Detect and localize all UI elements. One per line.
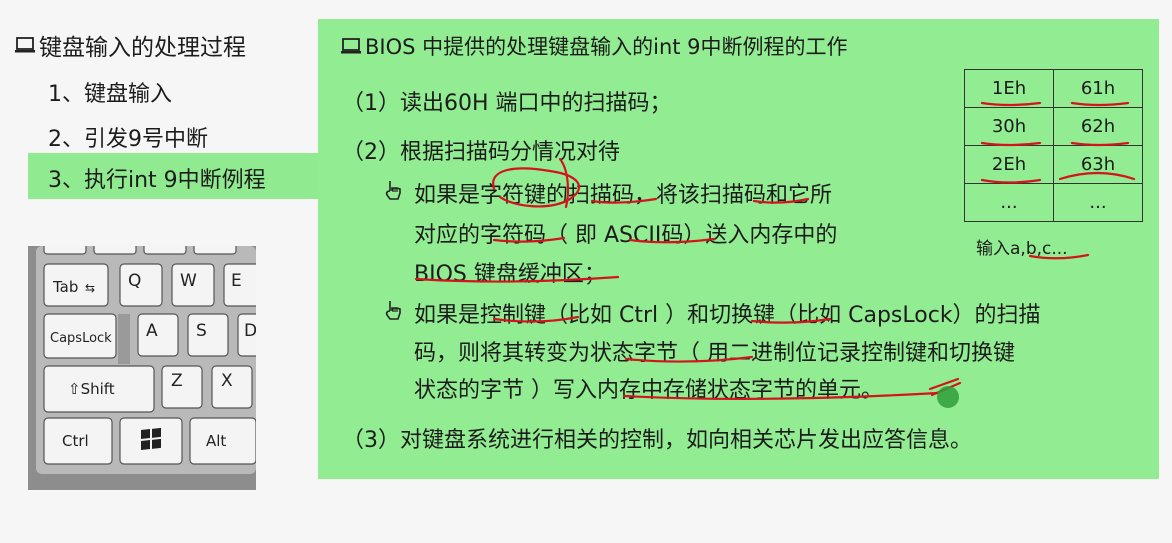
- bullet-1-line-1: 如果是字符键的扫描码，将该扫描码和它所: [414, 183, 833, 208]
- keyboard-image: Tab ⇆ Q W E CapsLock A S D ⇧Shift Z X Ct…: [28, 246, 256, 490]
- bullet-2-line-1: 如果是控制键（比如 Ctrl ）和切换键（比如 CapsLock）的扫描: [414, 303, 1041, 328]
- step-1-text: （1）读出60H 端口中的扫描码；: [342, 91, 672, 116]
- key-x: X: [221, 371, 233, 391]
- svg-text:⇆: ⇆: [85, 281, 95, 295]
- key-e: E: [231, 271, 242, 291]
- outline-title-text: 键盘输入的处理过程: [39, 35, 246, 61]
- table-cell: ...: [964, 183, 1054, 222]
- panel-title-text: BIOS 中提供的处理键盘输入的int 9中断例程的工作: [365, 35, 848, 59]
- key-ctrl: Ctrl: [62, 432, 89, 450]
- key-a: A: [146, 321, 158, 341]
- bullet-1-line-2: 对应的字符码（ 即 ASCII码）送入内存中的: [414, 223, 838, 248]
- content-panel: BIOS 中提供的处理键盘输入的int 9中断例程的工作 （1）读出60H 端口…: [318, 19, 1159, 479]
- table-caption: 输入a,b,c...: [976, 239, 1068, 259]
- outline-item-execute-int9[interactable]: 3、执行int 9中断例程: [48, 162, 266, 194]
- key-tab: Tab: [52, 278, 78, 296]
- outline-item-keyboard-input[interactable]: 1、键盘输入: [48, 76, 172, 108]
- outline-item-trigger-int9[interactable]: 2、引发9号中断: [48, 121, 208, 153]
- outline-title: 键盘输入的处理过程: [14, 28, 246, 62]
- table-cell: 62h: [1053, 107, 1143, 146]
- key-shift: ⇧Shift: [68, 380, 115, 398]
- panel-title: BIOS 中提供的处理键盘输入的int 9中断例程的工作: [340, 31, 848, 61]
- table-cell: ...: [1053, 183, 1143, 222]
- table-cell: 61h: [1053, 69, 1143, 108]
- bullet-2-line-2: 码，则将其转变为状态字节（ 用二进制位记录控制键和切换键: [414, 341, 1015, 366]
- key-z: Z: [171, 371, 183, 391]
- key-d: D: [244, 321, 256, 341]
- table-cell: 63h: [1053, 145, 1143, 184]
- laptop-icon: [341, 38, 361, 54]
- pen-cursor-icon: [937, 386, 959, 408]
- table-row: 30h 62h: [964, 107, 1143, 146]
- table-row: ... ...: [964, 183, 1143, 222]
- step-2-text: （2）根据扫描码分情况对待: [342, 140, 620, 165]
- key-q: Q: [128, 271, 141, 291]
- key-w: W: [180, 271, 197, 291]
- table-cell: 2Eh: [964, 145, 1054, 184]
- key-s: S: [196, 321, 207, 341]
- pointing-hand-icon: [385, 301, 401, 320]
- bullet-2-line-3: 状态的字节 ）写入内存中存储状态字节的单元。: [414, 378, 883, 403]
- key-capslock: CapsLock: [50, 331, 112, 346]
- bullet-1-line-3: BIOS 键盘缓冲区；: [414, 262, 606, 287]
- table-cell: 30h: [964, 107, 1054, 146]
- pointing-hand-icon: [385, 181, 401, 200]
- table-row: 1Eh 61h: [964, 69, 1143, 108]
- table-cell: 1Eh: [964, 69, 1054, 108]
- key-alt: Alt: [206, 432, 226, 450]
- table-row: 2Eh 63h: [964, 145, 1143, 184]
- laptop-icon: [15, 37, 35, 53]
- scan-code-table: 1Eh 61h 30h 62h 2Eh 63h ... ...: [964, 69, 1143, 222]
- step-3-text: （3）对键盘系统进行相关的控制，如向相关芯片发出应答信息。: [342, 428, 972, 453]
